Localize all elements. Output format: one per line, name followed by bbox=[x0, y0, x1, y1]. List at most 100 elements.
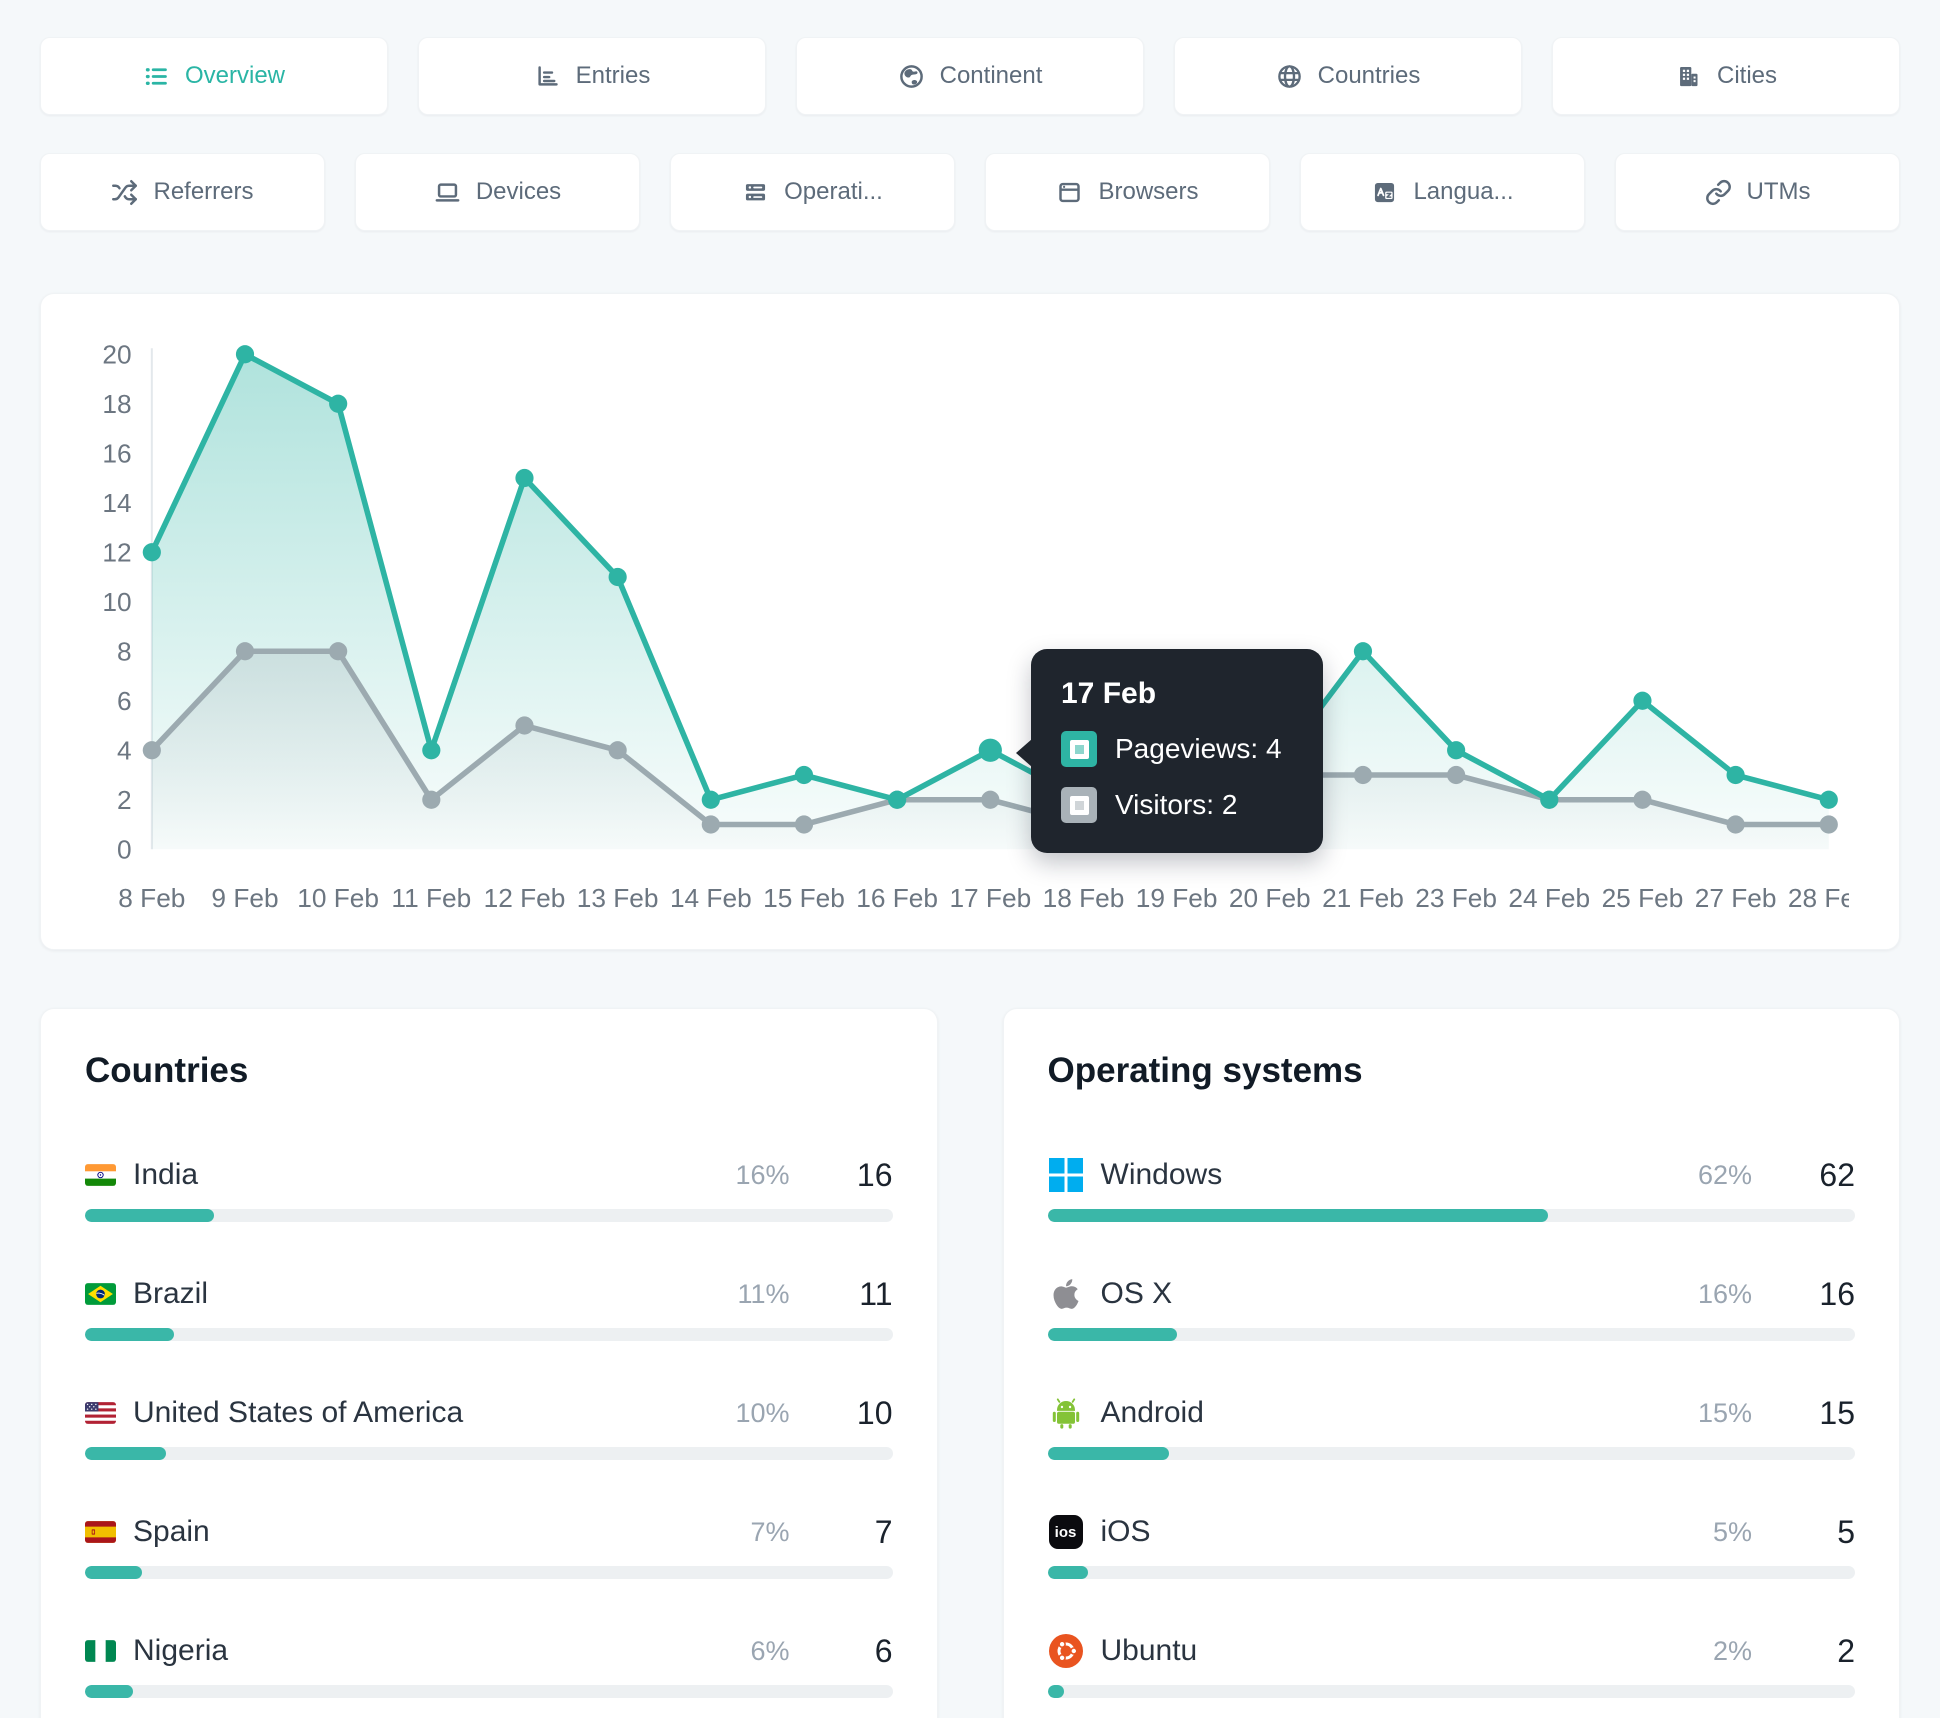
tab-devices[interactable]: Devices bbox=[355, 153, 640, 231]
operating-systems-panel: Operating systems Windows 62% 62 OS X 16… bbox=[1002, 1008, 1900, 1718]
tab-label: Devices bbox=[475, 178, 562, 205]
progress-track bbox=[1047, 1685, 1855, 1699]
os-name: OS X bbox=[1100, 1277, 1173, 1311]
list-item[interactable]: India 16% 16 bbox=[85, 1153, 893, 1223]
progress-fill bbox=[85, 1328, 174, 1342]
tab-row-secondary: Referrers Devices Operati... Browsers La… bbox=[40, 153, 1900, 231]
list-item[interactable]: Android 15% 15 bbox=[1047, 1391, 1855, 1461]
list-item[interactable]: Windows 62% 62 bbox=[1047, 1153, 1855, 1223]
shuffle-icon bbox=[111, 179, 138, 206]
tab-referrers[interactable]: Referrers bbox=[40, 153, 325, 231]
os-percent: 16% bbox=[1697, 1278, 1752, 1309]
svg-text:20 Feb: 20 Feb bbox=[1229, 883, 1311, 913]
list-item[interactable]: United States of America 10% 10 bbox=[85, 1391, 893, 1461]
svg-text:19 Feb: 19 Feb bbox=[1136, 883, 1218, 913]
pageviews-visitors-chart[interactable]: 0 2 4 6 8 10 12 14 16 18 20 8 Feb 9 Feb 10 Feb 11 Feb 1… bbox=[71, 329, 1849, 935]
tab-label: Browsers bbox=[1098, 178, 1199, 205]
bar-chart-icon bbox=[534, 63, 561, 90]
os-percent: 15% bbox=[1697, 1397, 1752, 1428]
tab-label: Continent bbox=[939, 62, 1043, 89]
list-item[interactable]: Ubuntu 2% 2 bbox=[1047, 1629, 1855, 1699]
svg-text:15 Feb: 15 Feb bbox=[763, 883, 845, 913]
tab-browsers[interactable]: Browsers bbox=[985, 153, 1270, 231]
os-name: Windows bbox=[1100, 1158, 1223, 1192]
tab-cities[interactable]: Cities bbox=[1552, 37, 1900, 115]
tooltip-pageviews-value: Pageviews: 4 bbox=[1115, 733, 1282, 764]
os-value: 62 bbox=[1819, 1156, 1855, 1193]
list-item[interactable]: ios iOS 5% 5 bbox=[1047, 1510, 1855, 1580]
link-icon bbox=[1705, 179, 1732, 206]
svg-text:0: 0 bbox=[117, 834, 132, 864]
progress-fill bbox=[1047, 1447, 1169, 1461]
tab-overview[interactable]: Overview bbox=[40, 37, 388, 115]
progress-fill bbox=[1047, 1209, 1549, 1223]
tooltip-date: 17 Feb bbox=[1061, 677, 1157, 710]
buildings-icon bbox=[1675, 63, 1702, 90]
country-name: Spain bbox=[133, 1515, 210, 1549]
tab-utms[interactable]: UTMs bbox=[1615, 153, 1900, 231]
country-percent: 10% bbox=[735, 1397, 790, 1428]
svg-text:10 Feb: 10 Feb bbox=[297, 883, 379, 913]
chart-tooltip: 17 Feb Pageviews: 4 Visitors: 2 bbox=[1016, 649, 1323, 853]
tab-label: Countries bbox=[1317, 62, 1421, 89]
country-name: United States of America bbox=[133, 1396, 464, 1430]
globe-icon bbox=[1276, 63, 1303, 90]
tooltip-visitors-value: Visitors: 2 bbox=[1115, 789, 1238, 820]
progress-fill bbox=[1047, 1685, 1064, 1699]
progress-track bbox=[1047, 1328, 1855, 1342]
svg-text:10: 10 bbox=[102, 587, 131, 617]
android-icon bbox=[1048, 1395, 1084, 1431]
country-name: India bbox=[133, 1158, 199, 1192]
progress-track bbox=[85, 1566, 893, 1580]
tab-label: Referrers bbox=[153, 178, 254, 205]
tab-countries[interactable]: Countries bbox=[1174, 37, 1522, 115]
server-icon bbox=[742, 179, 769, 206]
tab-label: Overview bbox=[184, 62, 286, 89]
os-percent: 5% bbox=[1712, 1516, 1752, 1547]
list-item[interactable]: Nigeria 6% 6 bbox=[85, 1629, 893, 1699]
progress-track bbox=[1047, 1209, 1855, 1223]
country-value: 10 bbox=[856, 1394, 893, 1431]
tooltip-pageviews-row: Pageviews: 4 bbox=[1061, 731, 1293, 767]
continent-icon bbox=[898, 63, 925, 90]
country-value: 11 bbox=[859, 1275, 893, 1312]
country-percent: 16% bbox=[735, 1159, 790, 1190]
tab-label: Entries bbox=[575, 62, 651, 89]
list-item[interactable]: Brazil 11% 11 bbox=[85, 1272, 893, 1342]
tab-label: Cities bbox=[1716, 62, 1777, 89]
svg-text:6: 6 bbox=[117, 686, 132, 716]
country-name: Nigeria bbox=[133, 1634, 229, 1668]
progress-track bbox=[85, 1685, 893, 1699]
os-panel-title: Operating systems bbox=[1047, 1051, 1363, 1091]
svg-text:18: 18 bbox=[102, 389, 131, 419]
tab-continent[interactable]: Continent bbox=[796, 37, 1144, 115]
tab-entries[interactable]: Entries bbox=[418, 37, 766, 115]
spain-flag bbox=[85, 1521, 116, 1543]
tab-label: Operati... bbox=[784, 178, 883, 205]
svg-text:8: 8 bbox=[117, 636, 132, 666]
os-percent: 2% bbox=[1712, 1635, 1752, 1666]
tab-label: Langua... bbox=[1413, 178, 1514, 205]
svg-text:16 Feb: 16 Feb bbox=[856, 883, 938, 913]
svg-text:21 Feb: 21 Feb bbox=[1322, 883, 1404, 913]
tab-operating-systems[interactable]: Operati... bbox=[670, 153, 955, 231]
traffic-chart-card: 0 2 4 6 8 10 12 14 16 18 20 8 Feb 9 Feb 10 Feb 11 Feb 1… bbox=[40, 293, 1900, 951]
progress-fill bbox=[85, 1447, 166, 1461]
progress-track bbox=[85, 1328, 893, 1342]
svg-text:2: 2 bbox=[117, 785, 132, 815]
list-item[interactable]: Spain 7% 7 bbox=[85, 1510, 893, 1580]
progress-fill bbox=[85, 1685, 134, 1699]
os-name: Android bbox=[1100, 1396, 1204, 1430]
progress-fill bbox=[85, 1566, 142, 1580]
os-value: 15 bbox=[1819, 1394, 1855, 1431]
browser-icon bbox=[1056, 179, 1083, 206]
tab-languages[interactable]: Langua... bbox=[1300, 153, 1585, 231]
tooltip-arrow bbox=[1016, 739, 1032, 767]
svg-text:12 Feb: 12 Feb bbox=[484, 883, 566, 913]
svg-text:28 Feb: 28 Feb bbox=[1788, 883, 1849, 913]
svg-text:25 Feb: 25 Feb bbox=[1602, 883, 1684, 913]
list-item[interactable]: OS X 16% 16 bbox=[1047, 1272, 1855, 1342]
svg-text:8 Feb: 8 Feb bbox=[118, 883, 185, 913]
svg-text:18 Feb: 18 Feb bbox=[1043, 883, 1125, 913]
svg-text:27 Feb: 27 Feb bbox=[1695, 883, 1777, 913]
